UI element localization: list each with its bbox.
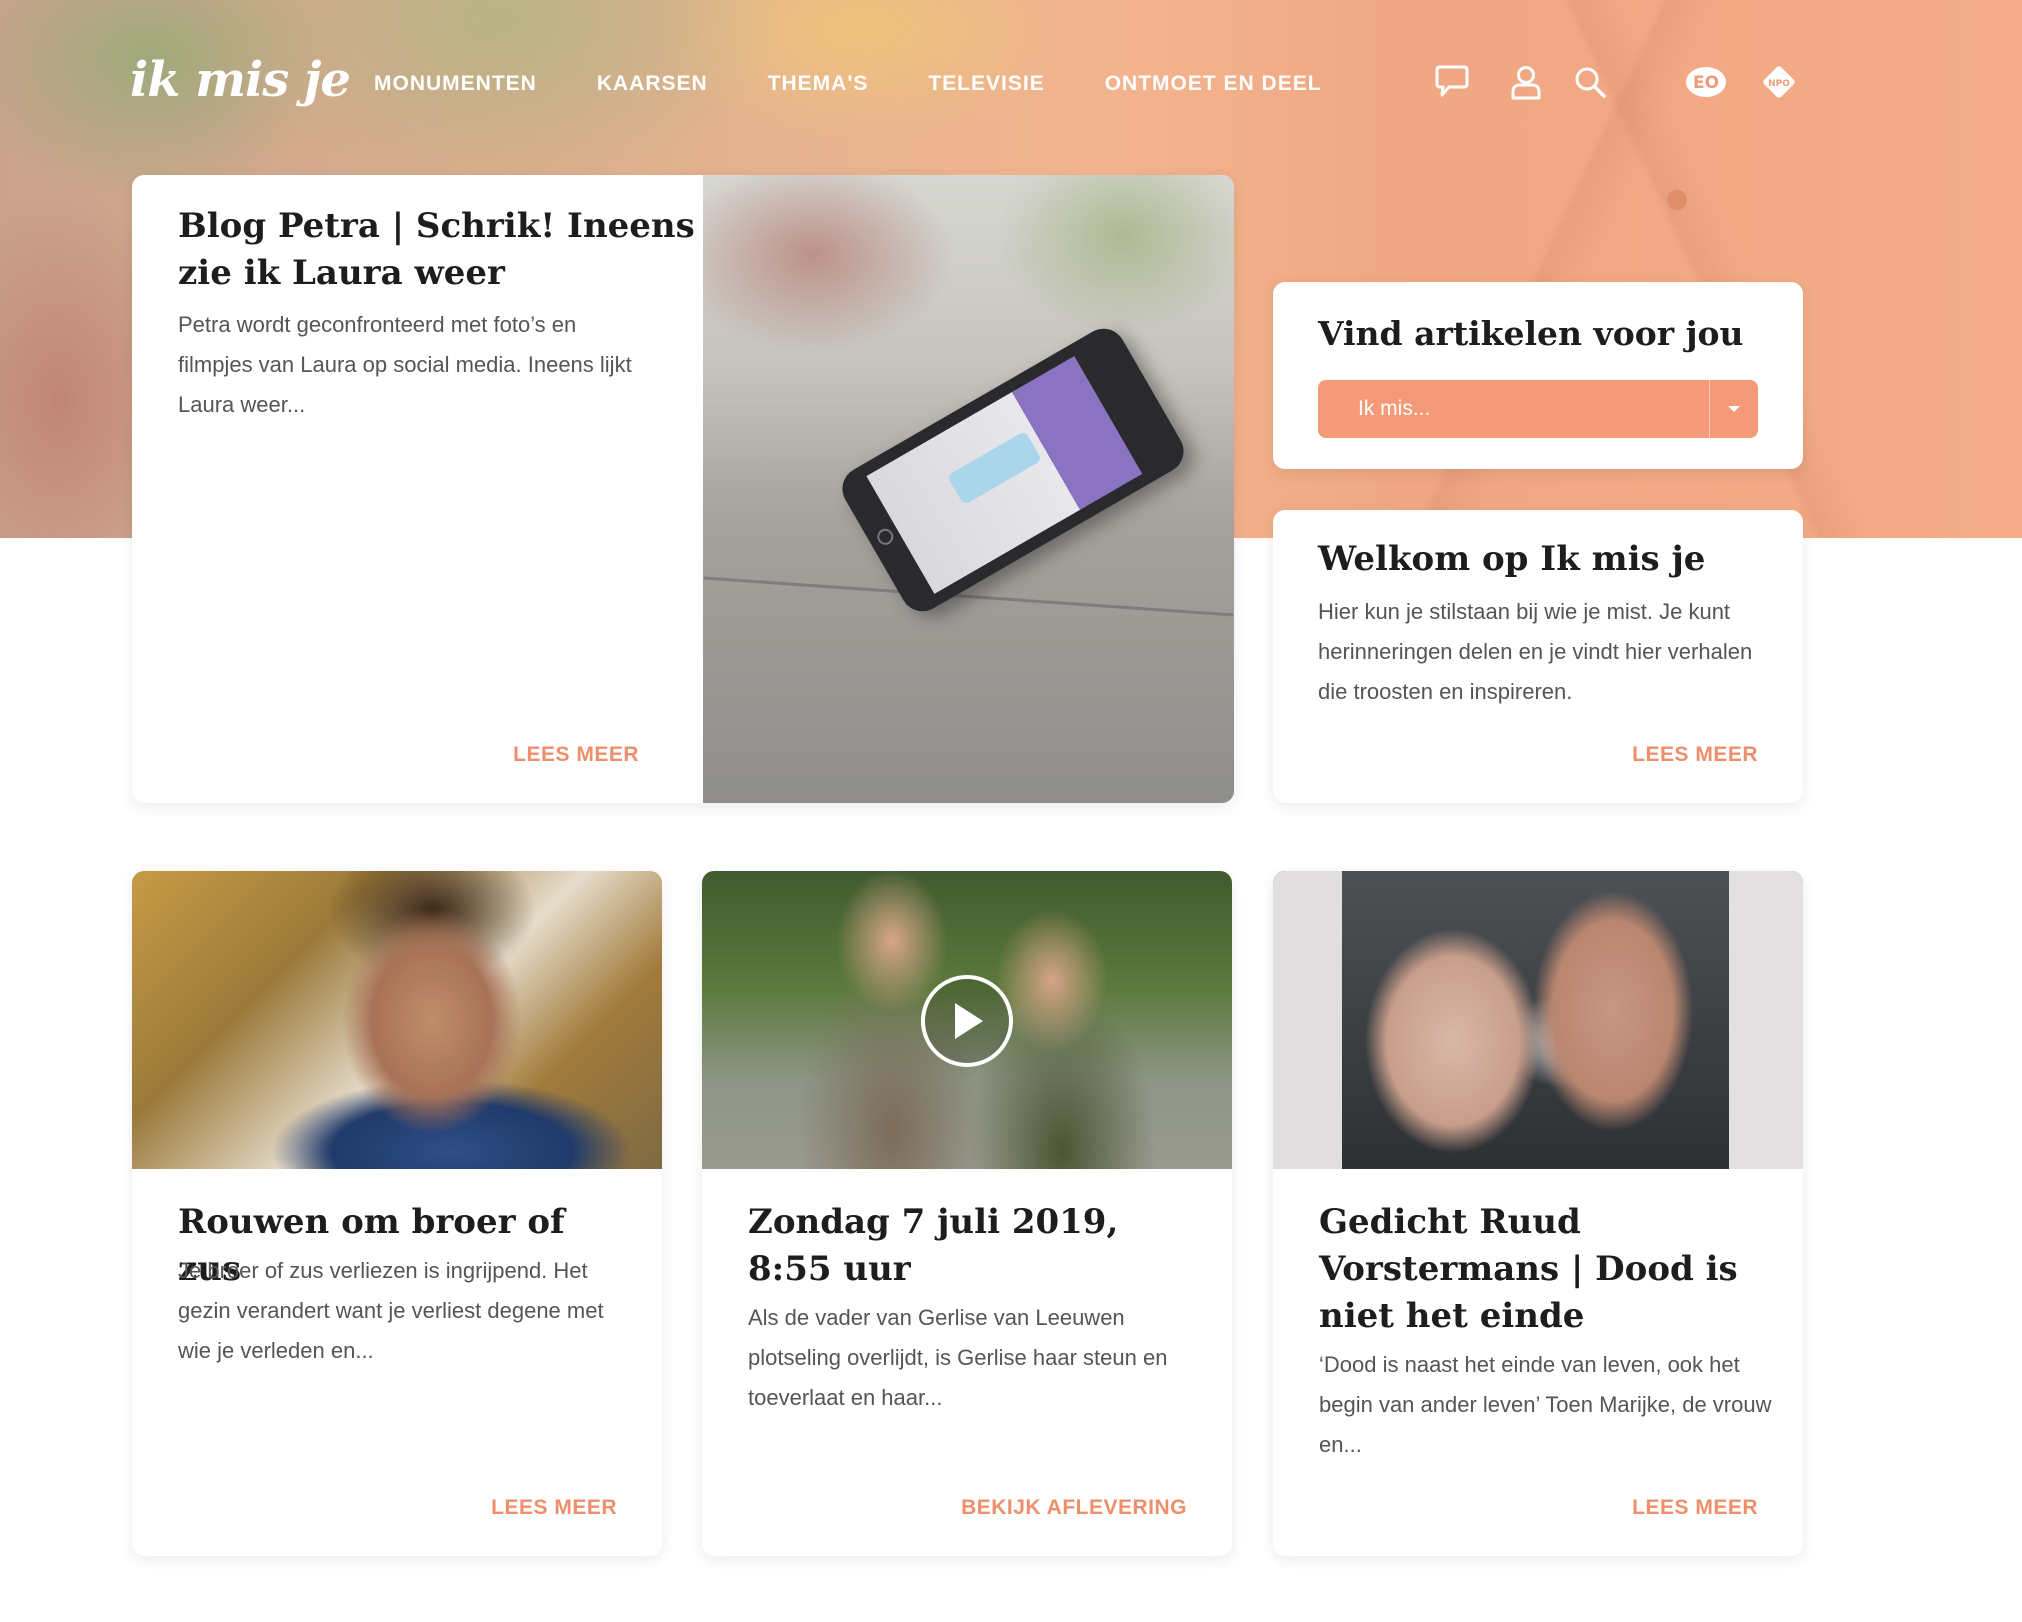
- broken-phone-illustration: [834, 320, 1192, 620]
- episode-image[interactable]: [702, 871, 1232, 1169]
- npo-logo[interactable]: NPO: [1759, 62, 1799, 102]
- welcome-card: Welkom op Ik mis je Hier kun je stilstaa…: [1273, 510, 1803, 803]
- find-articles-title: Vind artikelen voor jou: [1318, 314, 1744, 353]
- article-image-portrait[interactable]: [132, 871, 662, 1169]
- episode-excerpt: Als de vader van Gerlise van Leeuwen plo…: [748, 1305, 1168, 1410]
- nav-item-themas[interactable]: THEMA'S: [768, 72, 869, 96]
- featured-article-image[interactable]: [703, 175, 1234, 803]
- article-read-more-link[interactable]: LEES MEER: [491, 1496, 617, 1520]
- eo-logo[interactable]: EO: [1683, 62, 1729, 102]
- user-icon[interactable]: [1506, 62, 1546, 102]
- phone-screen: [866, 356, 1143, 594]
- phone-message-bubble: [947, 430, 1042, 506]
- episode-title[interactable]: Zondag 7 juli 2019, 8:55 uur: [748, 1199, 1168, 1293]
- article-card[interactable]: Gedicht Ruud Vorstermans | Dood is niet …: [1273, 871, 1803, 1556]
- site-logo[interactable]: ik mis je: [130, 52, 351, 108]
- find-articles-card: Vind artikelen voor jou Ik mis...: [1273, 282, 1803, 469]
- dropdown-selected-value: Ik mis...: [1358, 397, 1431, 420]
- article-title[interactable]: Gedicht Ruud Vorstermans | Dood is niet …: [1319, 1199, 1779, 1340]
- article-image-couple[interactable]: [1273, 871, 1803, 1169]
- play-icon[interactable]: [921, 975, 1013, 1067]
- featured-article-excerpt: Petra wordt geconfronteerd met foto’s en…: [178, 312, 632, 417]
- ik-mis-dropdown[interactable]: Ik mis...: [1318, 380, 1758, 438]
- featured-article-title[interactable]: Blog Petra | Schrik! Ineens zie ik Laura…: [178, 203, 698, 297]
- article-excerpt: Je broer of zus verliezen is ingrijpend.…: [178, 1258, 604, 1363]
- phone-home-button: [874, 525, 897, 548]
- article-read-more-link[interactable]: LEES MEER: [1632, 1496, 1758, 1520]
- nav-item-televisie[interactable]: TELEVISIE: [928, 72, 1044, 96]
- main-nav: MONUMENTEN KAARSEN THEMA'S TELEVISIE ONT…: [374, 72, 1382, 96]
- article-card[interactable]: Rouwen om broer of zus Je broer of zus v…: [132, 871, 662, 1556]
- featured-read-more-link[interactable]: LEES MEER: [513, 743, 639, 767]
- chevron-down-icon[interactable]: [1710, 405, 1758, 413]
- watch-episode-link[interactable]: BEKIJK AFLEVERING: [961, 1496, 1187, 1520]
- welcome-read-more-link[interactable]: LEES MEER: [1632, 743, 1758, 767]
- article-excerpt: ‘Dood is naast het einde van leven, ook …: [1319, 1352, 1772, 1457]
- eo-logo-text: EO: [1693, 73, 1719, 93]
- chat-icon[interactable]: [1432, 62, 1472, 102]
- nav-item-monumenten[interactable]: MONUMENTEN: [374, 72, 537, 96]
- nav-item-kaarsen[interactable]: KAARSEN: [597, 72, 708, 96]
- search-icon[interactable]: [1570, 62, 1610, 102]
- shirt-button-decoration: [1667, 190, 1687, 210]
- welcome-title: Welkom op Ik mis je: [1318, 539, 1706, 579]
- nav-item-ontmoet-en-deel[interactable]: ONTMOET EN DEEL: [1105, 72, 1322, 96]
- episode-card[interactable]: Zondag 7 juli 2019, 8:55 uur Als de vade…: [702, 871, 1232, 1556]
- featured-article-card[interactable]: Blog Petra | Schrik! Ineens zie ik Laura…: [132, 175, 1234, 803]
- npo-logo-text: NPO: [1768, 79, 1790, 89]
- welcome-text: Hier kun je stilstaan bij wie je mist. J…: [1318, 599, 1753, 704]
